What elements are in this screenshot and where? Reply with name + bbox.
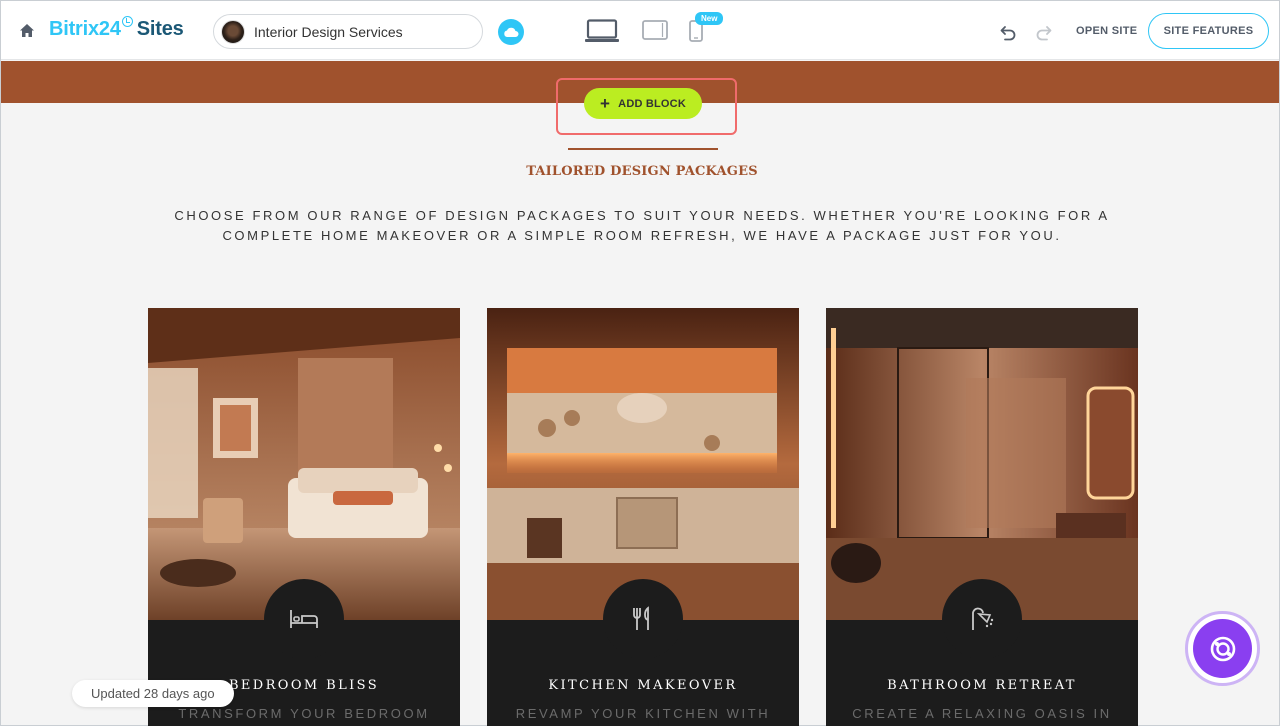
site-thumbnail <box>221 19 245 44</box>
card-subtitle: CREATE A RELAXING OASIS IN <box>852 706 1112 721</box>
card-subtitle: TRANSFORM YOUR BEDROOM <box>178 706 430 721</box>
section-description[interactable]: CHOOSE FROM OUR RANGE OF DESIGN PACKAGES… <box>161 206 1123 246</box>
assistant-button[interactable] <box>1185 611 1260 686</box>
open-site-link[interactable]: OPEN SITE <box>1076 25 1137 37</box>
package-card-bedroom[interactable]: BEDROOM BLISS TRANSFORM YOUR BEDROOM <box>148 308 460 726</box>
desktop-icon[interactable] <box>585 19 619 43</box>
home-icon[interactable] <box>17 21 37 41</box>
section-divider <box>568 148 718 150</box>
assistant-icon <box>1210 636 1235 661</box>
plus-icon: + <box>600 94 611 113</box>
add-block-label: ADD BLOCK <box>618 97 686 110</box>
new-badge: New <box>695 12 724 25</box>
tablet-icon[interactable] <box>642 20 668 40</box>
brand-primary: Bitrix24 <box>49 18 121 40</box>
bedroom-image[interactable] <box>148 308 460 620</box>
utensils-icon <box>633 606 649 630</box>
bitrix24-sites-logo[interactable]: Bitrix24 Sites <box>49 16 184 41</box>
editor-top-bar: Bitrix24 Sites Interior Design Services N… <box>1 1 1279 60</box>
utensils-icon-circle <box>603 579 683 659</box>
bed-icon <box>290 610 318 628</box>
section-title[interactable]: TAILORED DESIGN PACKAGES <box>1 164 1280 179</box>
package-card-bathroom[interactable]: BATHROOM RETREAT CREATE A RELAXING OASIS… <box>826 308 1138 726</box>
kitchen-image[interactable] <box>487 308 799 620</box>
add-block-button[interactable]: + ADD BLOCK <box>584 88 702 119</box>
package-card-kitchen[interactable]: KITCHEN MAKEOVER REVAMP YOUR KITCHEN WIT… <box>487 308 799 726</box>
last-updated-badge: Updated 28 days ago <box>72 680 234 707</box>
redo-icon[interactable] <box>1035 23 1053 41</box>
site-features-button[interactable]: SITE FEATURES <box>1148 13 1269 49</box>
bed-icon-circle <box>264 579 344 659</box>
card-title: KITCHEN MAKEOVER <box>548 678 738 693</box>
cloud-button[interactable] <box>498 19 524 45</box>
site-name: Interior Design Services <box>254 23 403 40</box>
shower-icon <box>972 607 994 630</box>
clock-logo-icon <box>121 16 133 27</box>
brand-secondary: Sites <box>136 18 184 40</box>
site-selector[interactable]: Interior Design Services <box>213 14 483 49</box>
shower-icon-circle <box>942 579 1022 659</box>
cloud-icon <box>504 27 519 37</box>
card-subtitle: REVAMP YOUR KITCHEN WITH <box>515 706 771 721</box>
undo-icon[interactable] <box>999 23 1017 41</box>
card-title: BATHROOM RETREAT <box>887 678 1077 693</box>
bathroom-image[interactable] <box>826 308 1138 620</box>
assistant-inner <box>1193 619 1252 678</box>
